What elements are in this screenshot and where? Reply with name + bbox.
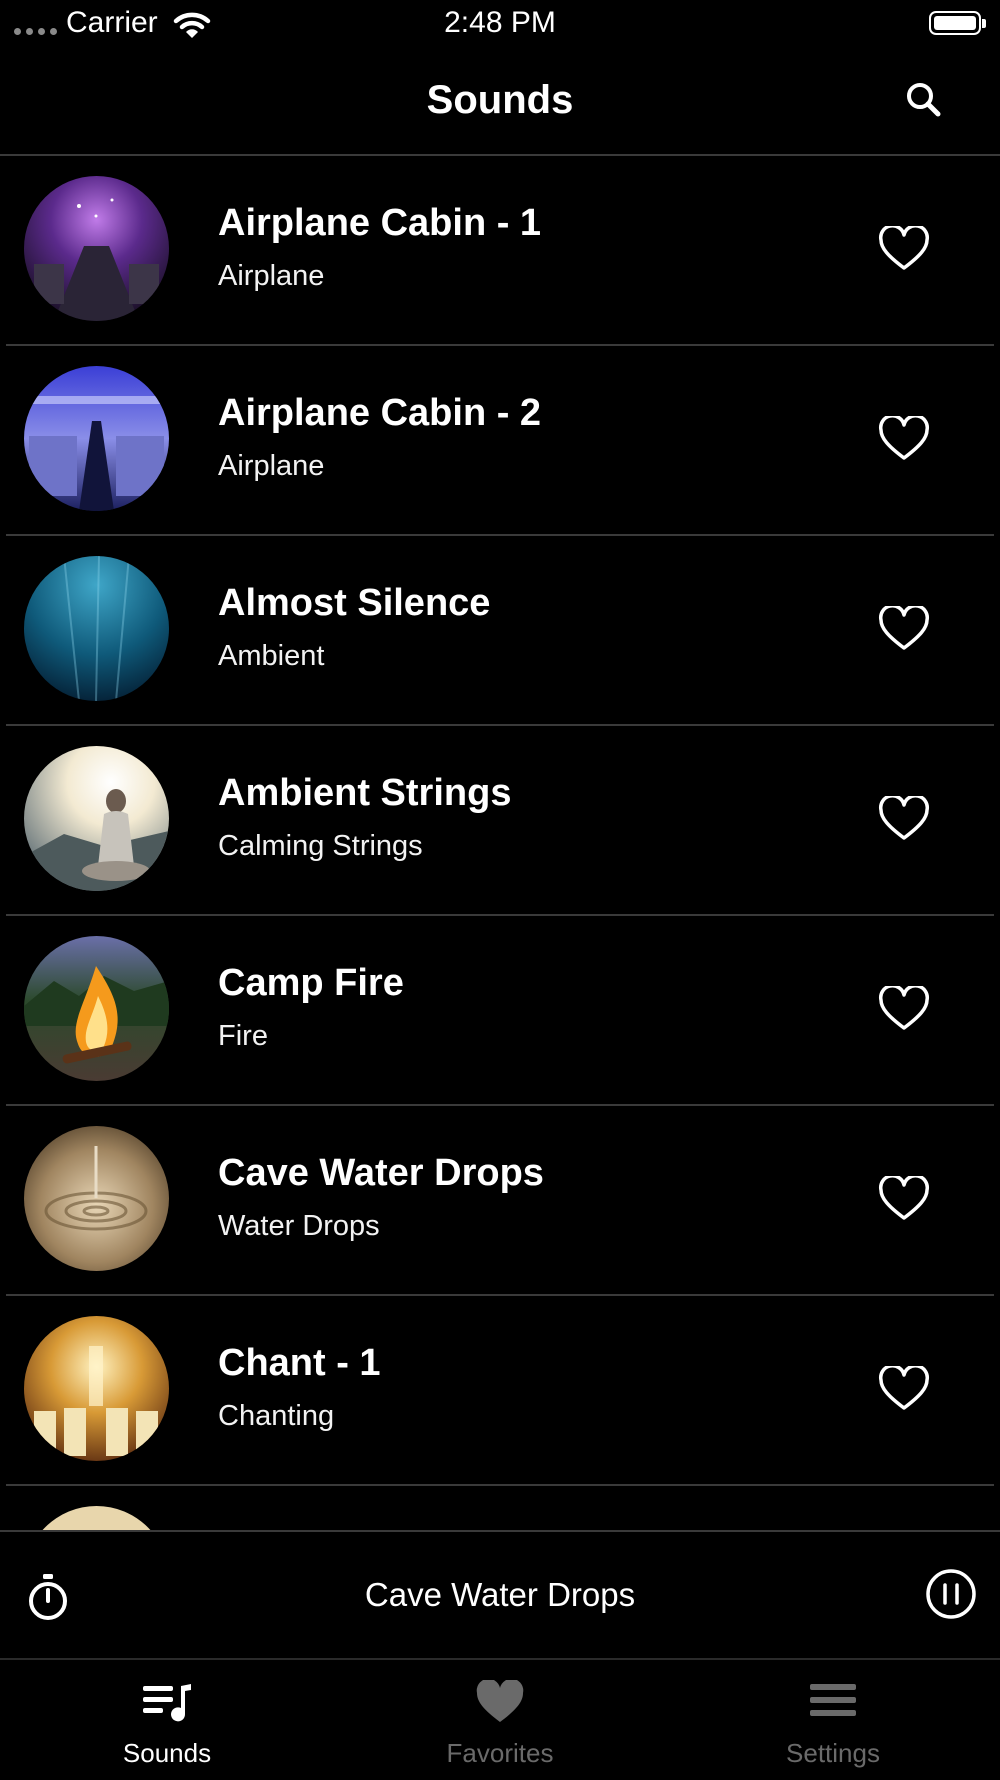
tab-label: Sounds [122, 1738, 212, 1768]
favorite-heart-icon[interactable] [878, 796, 930, 842]
navigation-bar: Sounds [0, 50, 1000, 156]
choir-thumbnail [24, 1316, 169, 1461]
sound-category: Ambient [218, 640, 325, 672]
sound-title: Camp Fire [218, 962, 404, 1004]
sound-row[interactable]: Cave Water Drops Water Drops [0, 1106, 1000, 1296]
sound-row[interactable]: Camp Fire Fire [0, 916, 1000, 1106]
favorite-heart-icon[interactable] [878, 1176, 930, 1222]
tab-bar: Sounds Favorites Settings [0, 1658, 1000, 1778]
favorite-heart-icon[interactable] [878, 416, 930, 462]
sound-list[interactable]: Airplane Cabin - 1 Airplane Airplane Cab… [0, 156, 1000, 1530]
tab-sounds[interactable]: Sounds [67, 1660, 267, 1780]
sound-category: Chanting [218, 1400, 335, 1432]
meditation-thumbnail [24, 746, 169, 891]
partial-thumbnail [24, 1506, 169, 1530]
underwater-thumbnail [24, 556, 169, 701]
battery-icon [929, 11, 986, 35]
sound-category: Calming Strings [218, 830, 423, 862]
sound-title: Ambient Strings [218, 772, 512, 814]
sound-row[interactable]: Ambient Strings Calming Strings [0, 726, 1000, 916]
now-playing-bar: Cave Water Drops [0, 1530, 1000, 1658]
favorite-heart-icon[interactable] [878, 226, 930, 272]
sound-title: Almost Silence [218, 582, 491, 624]
favorite-heart-icon[interactable] [878, 1366, 930, 1412]
sound-title: Chant - 1 [218, 1342, 381, 1384]
menu-lines-icon [810, 1684, 856, 1716]
search-icon[interactable] [900, 76, 950, 126]
favorite-heart-icon[interactable] [878, 986, 930, 1032]
sound-category: Fire [218, 1020, 268, 1052]
heart-icon [476, 1680, 524, 1722]
status-time: 2:48 PM [444, 6, 556, 39]
tab-favorites[interactable]: Favorites [400, 1660, 600, 1780]
sound-category: Water Drops [218, 1210, 380, 1242]
status-bar: Carrier 2:48 PM [0, 0, 1000, 50]
sound-category: Airplane [218, 260, 325, 292]
sound-row[interactable]: Airplane Cabin - 2 Airplane [0, 346, 1000, 536]
now-playing-title: Cave Water Drops [364, 1576, 636, 1613]
sound-row[interactable]: Airplane Cabin - 1 Airplane [0, 156, 1000, 346]
pause-icon[interactable] [925, 1568, 977, 1620]
sound-title: Cave Water Drops [218, 1152, 544, 1194]
sound-row[interactable]: Almost Silence Ambient [0, 536, 1000, 726]
sound-row[interactable]: Chant - 1 Chanting [0, 1296, 1000, 1486]
tab-label: Favorites [446, 1738, 554, 1768]
sound-title: Airplane Cabin - 1 [218, 202, 542, 244]
sound-category: Airplane [218, 450, 325, 482]
page-title: Sounds [426, 78, 574, 122]
campfire-thumbnail [24, 936, 169, 1081]
airplane-cabin-purple-thumbnail [24, 176, 169, 321]
tab-label: Settings [786, 1738, 880, 1768]
sound-row-partial[interactable] [0, 1486, 1000, 1530]
favorite-heart-icon[interactable] [878, 606, 930, 652]
tab-settings[interactable]: Settings [733, 1660, 933, 1780]
water-drop-thumbnail [24, 1126, 169, 1271]
music-list-icon [143, 1684, 191, 1722]
sound-title: Airplane Cabin - 2 [218, 392, 542, 434]
airplane-cabin-blue-thumbnail [24, 366, 169, 511]
